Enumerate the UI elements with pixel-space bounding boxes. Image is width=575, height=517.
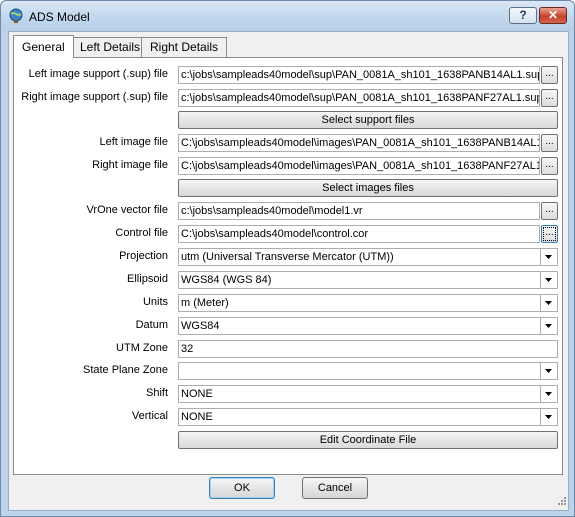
chevron-down-icon[interactable] xyxy=(540,249,557,265)
select-support-files-button[interactable]: Select support files xyxy=(178,111,558,129)
tab-left-details[interactable]: Left Details xyxy=(71,37,150,57)
left-image-label: Left image file xyxy=(99,136,168,148)
left-image-browse-button[interactable]: ... xyxy=(541,134,558,152)
control-file-field[interactable]: C:\jobs\sampleads40model\control.cor xyxy=(178,225,540,243)
vector-file-field[interactable]: c:\jobs\sampleads40model\model1.vr xyxy=(178,202,540,220)
ellipsoid-select[interactable]: WGS84 (WGS 84) xyxy=(178,271,558,289)
right-support-field[interactable]: c:\jobs\sampleads40model\sup\PAN_0081A_s… xyxy=(178,89,540,107)
dialog-client-area: General Left Details Right Details Left … xyxy=(8,31,569,511)
projection-select[interactable]: utm (Universal Transverse Mercator (UTM)… xyxy=(178,248,558,266)
projection-value: utm (Universal Transverse Mercator (UTM)… xyxy=(181,251,394,263)
edit-coordinate-file-button[interactable]: Edit Coordinate File xyxy=(178,431,558,449)
vertical-label: Vertical xyxy=(131,410,168,422)
left-support-browse-button[interactable]: ... xyxy=(541,66,558,84)
title-bar: ADS Model ? ✕ xyxy=(1,1,574,31)
tab-general[interactable]: General xyxy=(13,35,74,58)
units-select[interactable]: m (Meter) xyxy=(178,294,558,312)
right-image-browse-button[interactable]: ... xyxy=(541,157,558,175)
vector-file-label: VrOne vector file xyxy=(86,204,168,216)
cancel-button[interactable]: Cancel xyxy=(302,477,368,499)
shift-select[interactable]: NONE xyxy=(178,385,558,403)
datum-select[interactable]: WGS84 xyxy=(178,317,558,335)
left-support-label: Left image support (.sup) file xyxy=(28,68,168,80)
state-plane-zone-select[interactable] xyxy=(178,362,558,380)
vector-file-browse-button[interactable]: ... xyxy=(541,202,558,220)
chevron-down-icon[interactable] xyxy=(540,409,557,425)
chevron-down-icon[interactable] xyxy=(540,272,557,288)
right-support-browse-button[interactable]: ... xyxy=(541,89,558,107)
control-file-label: Control file xyxy=(115,227,168,239)
resize-grip-icon[interactable] xyxy=(556,495,566,508)
datum-value: WGS84 xyxy=(181,320,220,332)
right-image-label: Right image file xyxy=(92,159,168,171)
units-value: m (Meter) xyxy=(181,297,229,309)
ok-button[interactable]: OK xyxy=(209,477,275,499)
help-button[interactable]: ? xyxy=(509,7,537,24)
chevron-down-icon[interactable] xyxy=(540,295,557,311)
right-image-field[interactable]: C:\jobs\sampleads40model\images\PAN_0081… xyxy=(178,157,540,175)
chevron-down-icon[interactable] xyxy=(540,318,557,334)
app-globe-icon xyxy=(8,8,24,24)
right-support-label: Right image support (.sup) file xyxy=(21,91,168,103)
left-support-field[interactable]: c:\jobs\sampleads40model\sup\PAN_0081A_s… xyxy=(178,66,540,84)
ellipsoid-value: WGS84 (WGS 84) xyxy=(181,274,272,286)
tab-right-details[interactable]: Right Details xyxy=(141,37,228,57)
vertical-value: NONE xyxy=(181,411,213,423)
shift-label: Shift xyxy=(145,387,168,399)
vertical-select[interactable]: NONE xyxy=(178,408,558,426)
general-tab-panel: Left image support (.sup) file c:\jobs\s… xyxy=(13,57,563,475)
utm-zone-field[interactable]: 32 xyxy=(178,340,558,358)
shift-value: NONE xyxy=(181,388,213,400)
datum-label: Datum xyxy=(135,319,168,331)
state-plane-zone-label: State Plane Zone xyxy=(82,364,168,376)
utm-zone-label: UTM Zone xyxy=(116,342,168,354)
projection-label: Projection xyxy=(119,250,168,262)
window-title: ADS Model xyxy=(29,10,90,24)
left-image-field[interactable]: C:\jobs\sampleads40model\images\PAN_0081… xyxy=(178,134,540,152)
units-label: Units xyxy=(142,296,168,308)
select-images-files-button[interactable]: Select images files xyxy=(178,179,558,197)
ads-model-dialog: ADS Model ? ✕ General Left Details Right… xyxy=(0,0,575,517)
chevron-down-icon[interactable] xyxy=(540,363,557,379)
close-button[interactable]: ✕ xyxy=(539,7,567,24)
control-file-browse-button[interactable]: ... xyxy=(541,225,558,243)
chevron-down-icon[interactable] xyxy=(540,386,557,402)
ellipsoid-label: Ellipsoid xyxy=(127,273,168,285)
